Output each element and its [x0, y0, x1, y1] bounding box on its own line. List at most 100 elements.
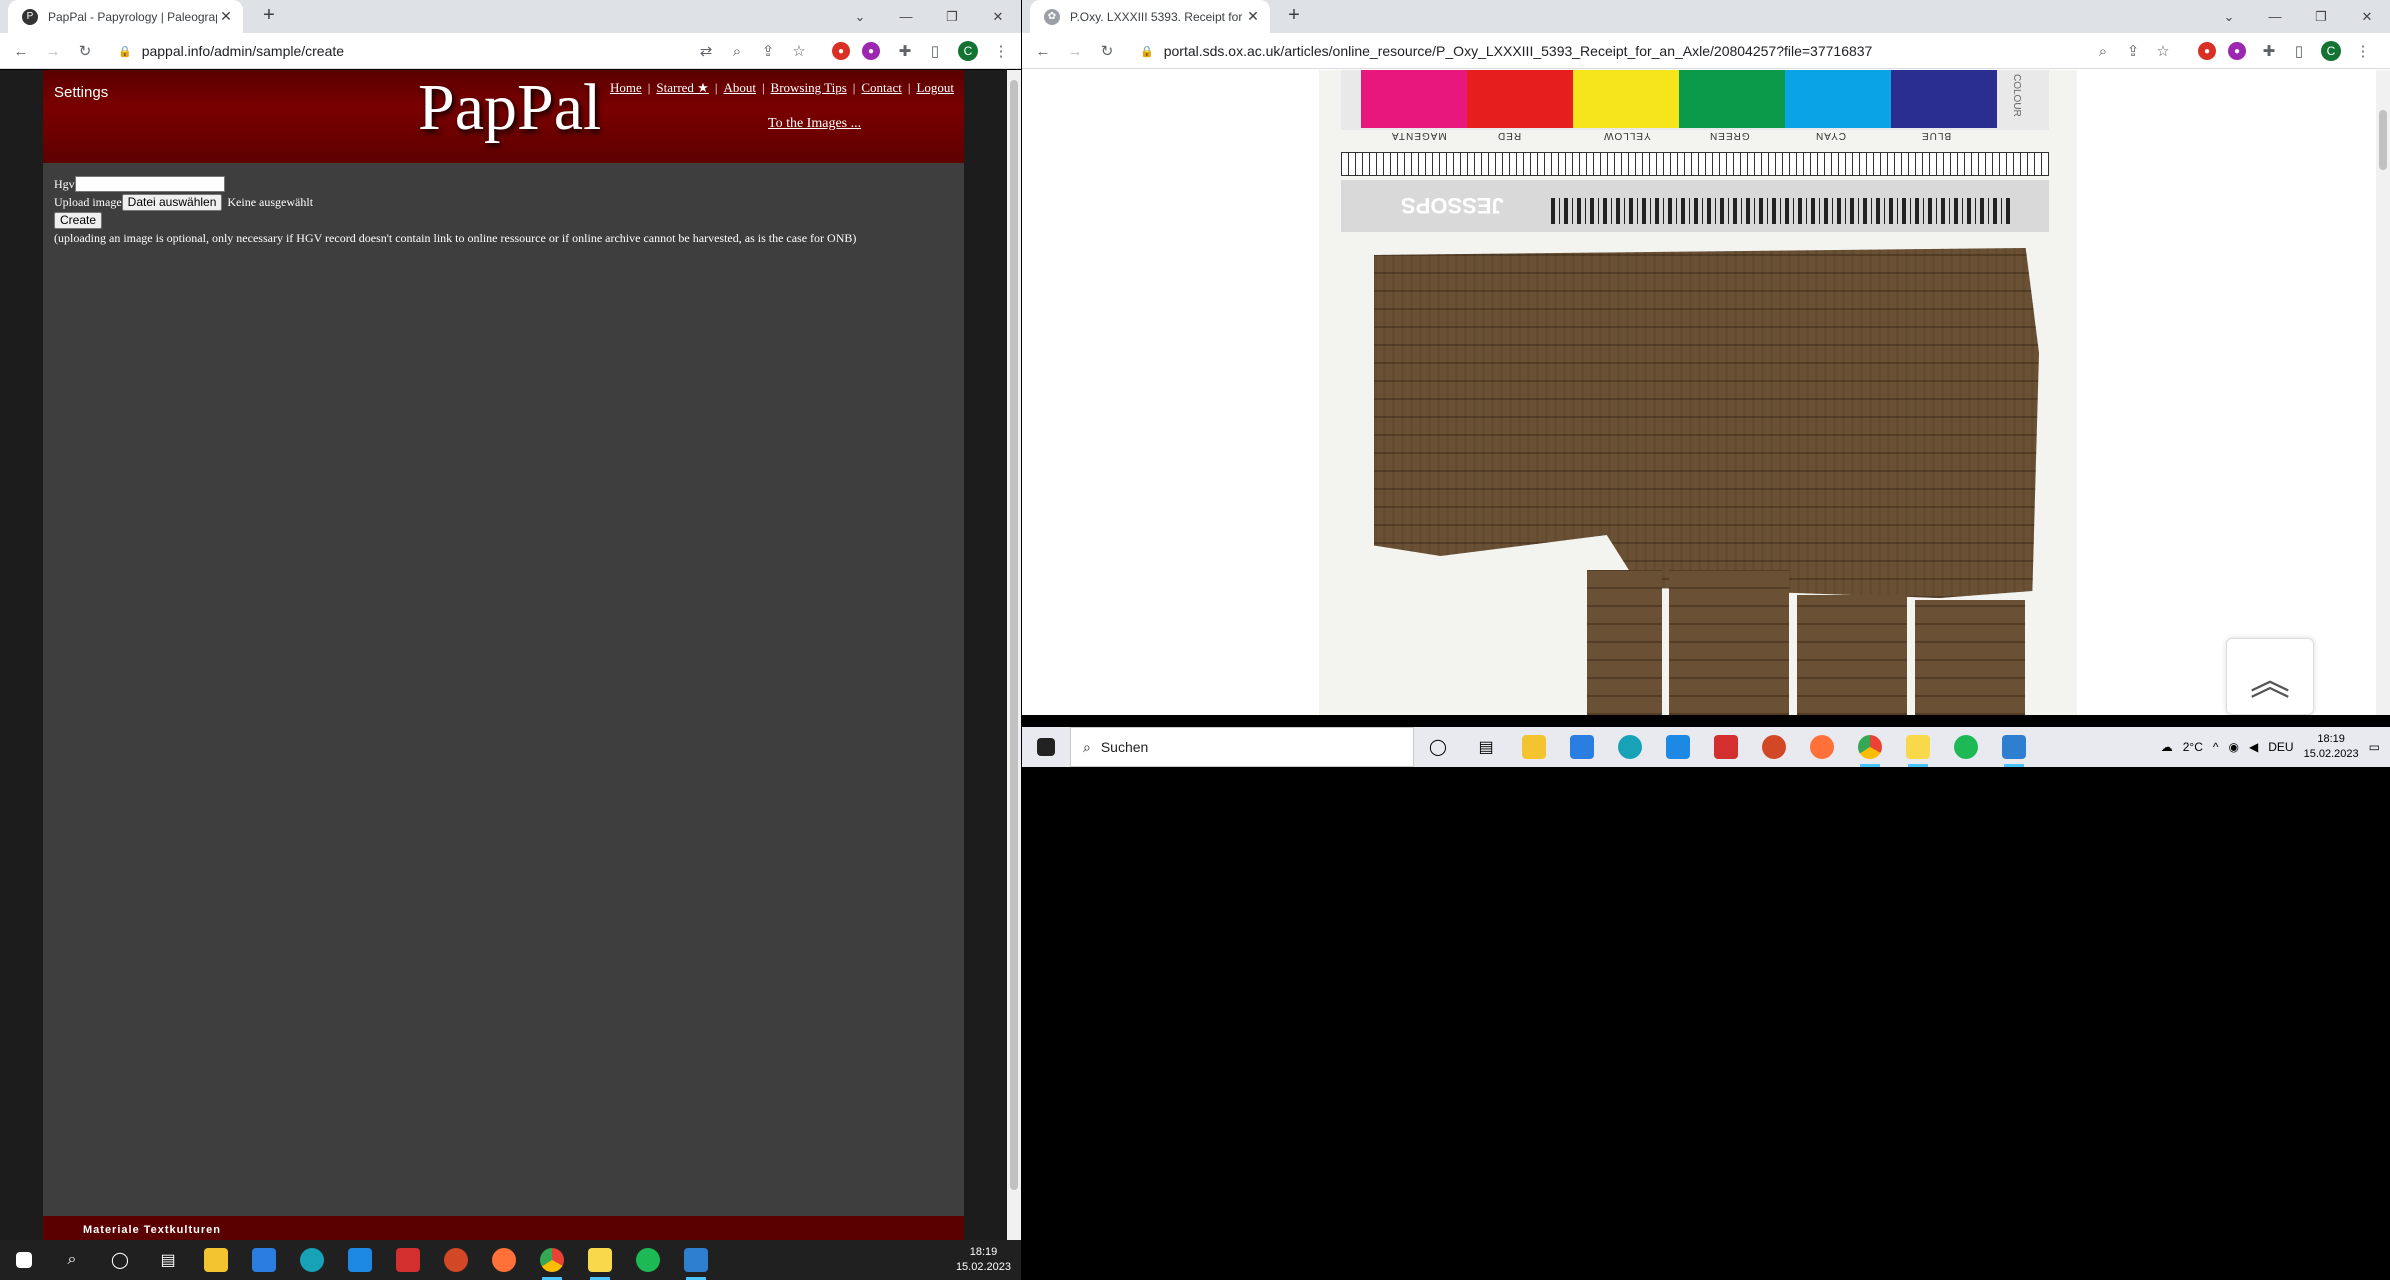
forward-icon[interactable]: →	[42, 40, 64, 62]
chrome-icon[interactable]	[1846, 727, 1894, 767]
nav-about[interactable]: About	[723, 80, 756, 96]
notifications-icon[interactable]: ▭	[2369, 740, 2380, 754]
spotify-icon[interactable]	[1942, 727, 1990, 767]
nav-home[interactable]: Home	[610, 80, 642, 96]
new-tab-icon[interactable]: +	[256, 4, 282, 27]
taskbar-search[interactable]: ⌕ Suchen	[1070, 727, 1414, 767]
nav-starred[interactable]: Starred ★	[656, 80, 708, 96]
firefox-icon[interactable]	[480, 1240, 528, 1280]
sidepanel-icon[interactable]: ▯	[924, 40, 946, 62]
create-button[interactable]: Create	[54, 211, 103, 229]
extension-red-icon[interactable]: ●	[2198, 42, 2216, 60]
zoom-icon[interactable]: ⌕	[726, 40, 748, 62]
tab-search-icon[interactable]: ⌄	[2206, 0, 2252, 33]
back-icon[interactable]: ←	[1032, 40, 1054, 62]
start-icon[interactable]	[0, 1240, 48, 1280]
file-explorer-icon[interactable]	[192, 1240, 240, 1280]
tab-pappal[interactable]: P PapPal - Papyrology | Paleograph ✕	[8, 0, 243, 33]
spotify-icon[interactable]	[624, 1240, 672, 1280]
store-icon[interactable]	[240, 1240, 288, 1280]
bookmark-star-icon[interactable]: ☆	[2152, 40, 2174, 62]
start-icon[interactable]	[1022, 727, 1070, 767]
edge-icon[interactable]	[1606, 727, 1654, 767]
to-images-link[interactable]: To the Images ...	[768, 116, 861, 132]
extensions-puzzle-icon[interactable]: ✚	[2258, 40, 2280, 62]
store-icon[interactable]	[1558, 727, 1606, 767]
minimize-icon[interactable]: —	[2252, 0, 2298, 33]
task-view-icon[interactable]: ▤	[144, 1240, 192, 1280]
bookmark-star-icon[interactable]: ☆	[788, 40, 810, 62]
forward-icon[interactable]: →	[1064, 40, 1086, 62]
extensions-puzzle-icon[interactable]: ✚	[894, 40, 916, 62]
share-icon[interactable]: ⇪	[2122, 40, 2144, 62]
papyrus-fragment-main	[1374, 248, 2039, 598]
weather-icon[interactable]: ☁	[2161, 740, 2173, 754]
notepad-icon[interactable]	[576, 1240, 624, 1280]
share-icon[interactable]: ⇪	[757, 40, 779, 62]
notepad-icon[interactable]	[1894, 727, 1942, 767]
sidepanel-icon[interactable]: ▯	[2288, 40, 2310, 62]
tray-chevron-icon[interactable]: ^	[2213, 740, 2219, 754]
weather-temp[interactable]: 2°C	[2183, 740, 2203, 754]
scrollbar-thumb[interactable]	[2379, 110, 2387, 170]
close-tab-icon[interactable]: ✕	[217, 8, 235, 25]
menu-kebab-icon[interactable]: ⋮	[990, 40, 1012, 62]
clock[interactable]: 18:19 15.02.2023	[956, 1245, 1011, 1275]
choose-file-button[interactable]: Datei auswählen	[121, 193, 223, 211]
hgv-input[interactable]	[74, 176, 225, 192]
menu-kebab-icon[interactable]: ⋮	[2352, 40, 2374, 62]
profile-avatar[interactable]: C	[2321, 41, 2341, 61]
system-tray: 18:19 15.02.2023	[956, 1245, 1021, 1275]
mail-icon[interactable]	[1654, 727, 1702, 767]
search-icon[interactable]: ⌕	[48, 1240, 96, 1280]
cortana-icon[interactable]: ◯	[96, 1240, 144, 1280]
photos-icon[interactable]	[1990, 727, 2038, 767]
edge-icon[interactable]	[288, 1240, 336, 1280]
clock[interactable]: 18:19 15.02.2023	[2304, 732, 2359, 762]
firefox-icon[interactable]	[1798, 727, 1846, 767]
close-window-icon[interactable]: ✕	[975, 0, 1021, 33]
settings-link[interactable]: Settings	[54, 84, 108, 101]
tab-poxy[interactable]: ✿ P.Oxy. LXXXIII 5393. Receipt for a ✕	[1030, 0, 1270, 33]
photos-icon[interactable]	[672, 1240, 720, 1280]
mail-icon[interactable]	[336, 1240, 384, 1280]
profile-avatar[interactable]: C	[958, 41, 978, 61]
reload-icon[interactable]: ↻	[74, 40, 96, 62]
translate-icon[interactable]: ⇄	[695, 40, 717, 62]
portal-favicon-icon: ✿	[1044, 8, 1060, 25]
zoom-icon[interactable]: ⌕	[2092, 40, 2114, 62]
new-tab-icon[interactable]: +	[1281, 4, 1307, 27]
nav-logout[interactable]: Logout	[916, 80, 954, 96]
powerpoint-icon[interactable]	[1750, 727, 1798, 767]
address-bar[interactable]: 🔒 pappal.info/admin/sample/create	[106, 37, 676, 65]
pappal-logo[interactable]: PapPal	[418, 70, 601, 146]
restore-icon[interactable]: ❐	[929, 0, 975, 33]
acrobat-icon[interactable]	[1702, 727, 1750, 767]
extension-purple-icon[interactable]: ●	[862, 42, 880, 60]
right-scrollbar[interactable]	[2376, 70, 2390, 715]
address-bar[interactable]: 🔒 portal.sds.ox.ac.uk/articles/online_re…	[1128, 37, 2058, 65]
close-tab-icon[interactable]: ✕	[1244, 8, 1262, 25]
scrollbar-thumb[interactable]	[1010, 80, 1018, 1190]
nav-contact[interactable]: Contact	[861, 80, 901, 96]
cortana-icon[interactable]: ◯	[1414, 727, 1462, 767]
restore-icon[interactable]: ❐	[2298, 0, 2344, 33]
chrome-icon[interactable]	[528, 1240, 576, 1280]
reload-icon[interactable]: ↻	[1096, 40, 1118, 62]
minimize-icon[interactable]: —	[883, 0, 929, 33]
tab-search-icon[interactable]: ⌄	[837, 0, 883, 33]
scroll-to-top-button[interactable]: ︽	[2226, 638, 2314, 715]
back-icon[interactable]: ←	[10, 40, 32, 62]
network-icon[interactable]: ◉	[2229, 740, 2239, 754]
file-explorer-icon[interactable]	[1510, 727, 1558, 767]
extension-red-icon[interactable]: ●	[832, 42, 850, 60]
task-view-icon[interactable]: ▤	[1462, 727, 1510, 767]
language-indicator[interactable]: DEU	[2268, 740, 2293, 754]
powerpoint-icon[interactable]	[432, 1240, 480, 1280]
volume-icon[interactable]: ◀	[2249, 740, 2258, 754]
left-scrollbar[interactable]	[1007, 70, 1021, 1240]
nav-browsing-tips[interactable]: Browsing Tips	[771, 80, 847, 96]
extension-purple-icon[interactable]: ●	[2228, 42, 2246, 60]
close-window-icon[interactable]: ✕	[2344, 0, 2390, 33]
acrobat-icon[interactable]	[384, 1240, 432, 1280]
